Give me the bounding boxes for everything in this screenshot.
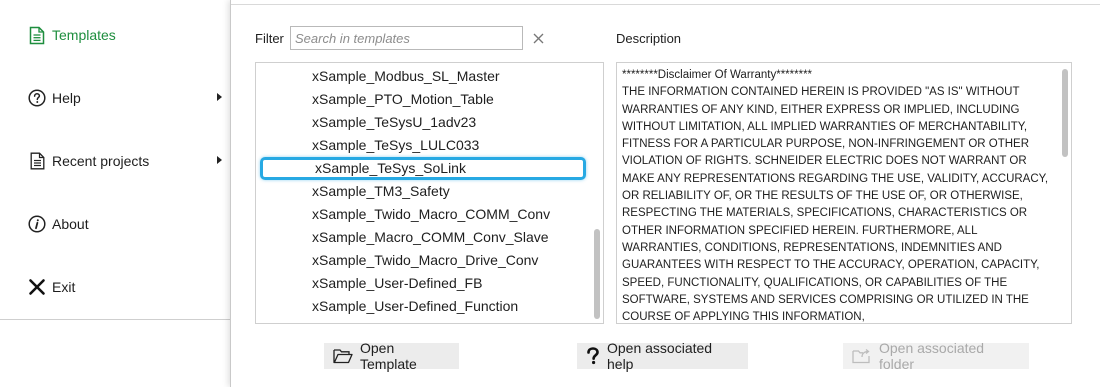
list-item[interactable]: xSample_Twido_Macro_COMM_Conv <box>256 203 586 226</box>
description-box[interactable]: ********Disclaimer Of Warranty******** T… <box>616 62 1072 324</box>
open-template-button[interactable]: Open Template <box>324 340 459 372</box>
list-item-selected[interactable]: xSample_TeSys_SoLink <box>260 157 586 180</box>
template-list[interactable]: xSample_Modbus_SL_Master xSample_PTO_Mot… <box>255 62 604 324</box>
menu-label-recent-projects: Recent projects <box>52 153 150 169</box>
list-item[interactable]: xSample_User-Defined_Function <box>256 295 586 318</box>
info-circle-icon <box>27 214 47 234</box>
side-menu: Templates Help Recent projects About Exi… <box>0 0 230 320</box>
description-scrollbar[interactable] <box>1062 65 1068 321</box>
app-root: Templates Help Recent projects About Exi… <box>0 0 1100 387</box>
menu-label-about: About <box>52 216 89 232</box>
close-x-icon <box>27 277 47 297</box>
list-item[interactable]: xSample_Twido_Macro_Drive_Conv <box>256 249 586 272</box>
folder-open-icon <box>333 348 353 364</box>
menu-item-about[interactable]: About <box>0 204 230 244</box>
open-folder-label: Open associated folder <box>879 340 985 372</box>
menu-label-exit: Exit <box>52 279 76 295</box>
templates-panel: Filter Description xSample_Modbus_SL_Mas… <box>230 0 1100 387</box>
menu-item-recent-projects[interactable]: Recent projects <box>0 141 230 181</box>
filter-label: Filter <box>255 31 284 46</box>
description-label: Description <box>616 31 682 46</box>
submenu-arrow-icon <box>217 93 222 101</box>
open-associated-help-button[interactable]: Open associated help <box>577 340 748 372</box>
template-list-scrollbar[interactable] <box>594 65 600 321</box>
scrollbar-thumb[interactable] <box>594 229 600 319</box>
open-help-label: Open associated help <box>607 340 713 372</box>
folder-arrow-icon <box>852 348 872 364</box>
description-text: ********Disclaimer Of Warranty******** T… <box>622 69 1049 324</box>
list-item[interactable]: xSample_Modbus_SL_Master <box>256 65 586 88</box>
clear-search-button[interactable] <box>529 28 547 48</box>
menu-label-templates: Templates <box>52 27 116 43</box>
list-item[interactable]: xSample_User-Defined_FB <box>256 272 586 295</box>
open-associated-folder-button[interactable]: Open associated folder <box>843 340 1029 372</box>
list-item[interactable]: xSample_TeSysU_1adv23 <box>256 111 586 134</box>
submenu-arrow-icon <box>217 156 222 164</box>
menu-label-help: Help <box>52 90 81 106</box>
menu-item-help[interactable]: Help <box>0 78 230 118</box>
scrollbar-thumb[interactable] <box>1062 69 1068 157</box>
list-item[interactable]: xSample_TeSys_LULC033 <box>256 134 586 157</box>
list-item[interactable]: xSample_PTO_Motion_Table <box>256 88 586 111</box>
list-item[interactable]: xSample_Macro_COMM_Conv_Slave <box>256 226 586 249</box>
close-icon <box>533 33 543 43</box>
list-item[interactable]: xSample_TM3_Safety <box>256 180 586 203</box>
template-document-icon <box>27 25 47 45</box>
panel-divider <box>231 4 1100 5</box>
question-mark-icon <box>586 347 600 365</box>
document-icon <box>27 151 47 171</box>
search-input[interactable] <box>290 26 523 50</box>
open-template-label: Open Template <box>360 340 417 372</box>
menu-item-templates[interactable]: Templates <box>0 15 230 55</box>
menu-item-exit[interactable]: Exit <box>0 267 230 307</box>
question-circle-icon <box>27 88 47 108</box>
